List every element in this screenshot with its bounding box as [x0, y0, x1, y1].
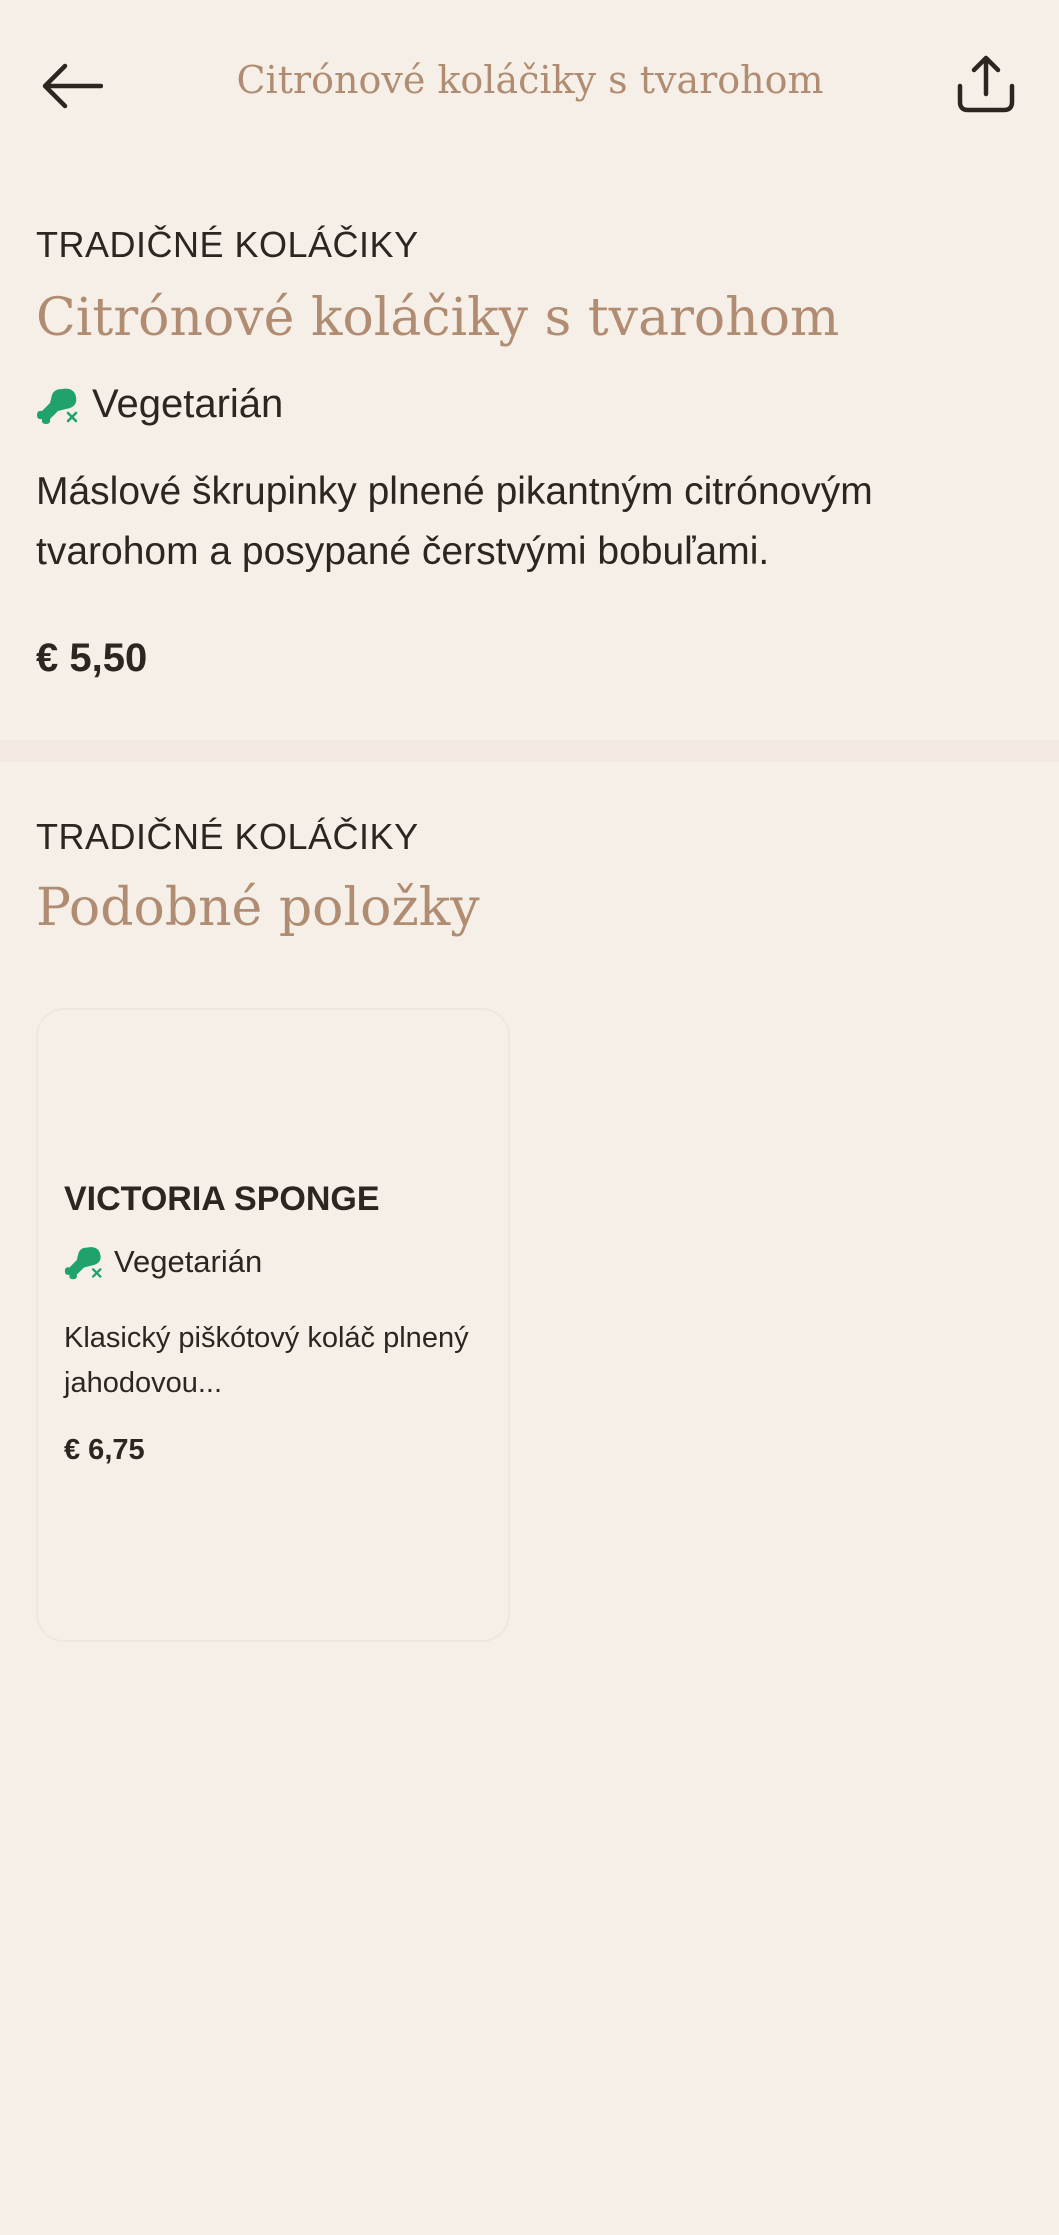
similar-item-card[interactable]: VICTORIA SPONGE Vegetarián Klasický pišk…	[36, 1008, 510, 1642]
card-diet-tag: Vegetarián	[64, 1242, 262, 1282]
item-category: TRADIČNÉ KOLÁČIKY	[36, 224, 419, 265]
item-price: € 5,50	[36, 636, 148, 680]
diet-tag: Vegetarián	[36, 382, 283, 427]
vegetarian-drumstick-icon	[37, 388, 78, 424]
item-title: Citrónové koláčiky s tvarohom	[36, 288, 840, 348]
card-title: VICTORIA SPONGE	[64, 1180, 380, 1218]
card-description: Klasický piškótový koláč plnený jahodovo…	[64, 1322, 469, 1399]
similar-title: Podobné položky	[36, 878, 480, 938]
similar-category: TRADIČNÉ KOLÁČIKY	[36, 816, 419, 857]
card-diet-label: Vegetarián	[114, 1244, 263, 1279]
vegetarian-drumstick-icon	[64, 1247, 102, 1280]
section-divider	[0, 740, 1059, 762]
card-price: € 6,75	[64, 1434, 145, 1466]
item-description: Máslové škrupinky plnené pikantným citró…	[36, 470, 873, 573]
item-details: TRADIČNÉ KOLÁČIKY Citrónové koláčiky s t…	[0, 0, 1059, 740]
diet-label: Vegetarián	[92, 382, 284, 426]
